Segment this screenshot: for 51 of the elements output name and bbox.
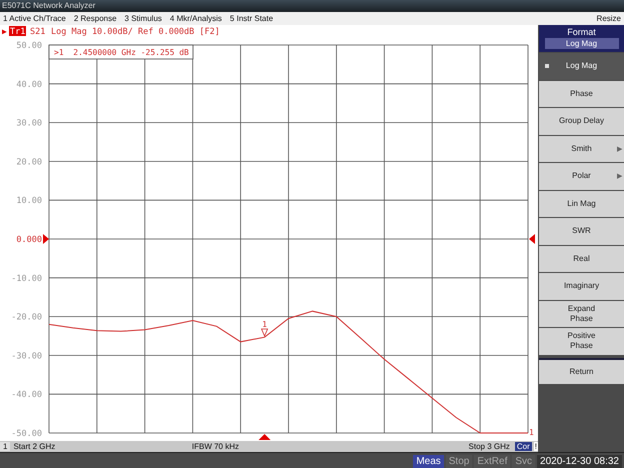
marker-readout: >1 2.4500000 GHz -25.255 dB: [54, 48, 189, 57]
softkey-button[interactable]: Imaginary: [539, 273, 624, 300]
status-indicator: ExtRef: [474, 454, 510, 468]
menu-item[interactable]: 1 Active Ch/Trace: [3, 14, 66, 23]
menu-item[interactable]: 2 Response: [74, 14, 117, 23]
menu-item[interactable]: 3 Stimulus: [124, 14, 162, 23]
trace-label[interactable]: Tr1: [10, 27, 26, 37]
softkey-button[interactable]: Log Mag: [539, 53, 624, 80]
reference-marker-icon: [529, 234, 535, 244]
menu-item[interactable]: 4 Mkr/Analysis: [170, 14, 222, 23]
start-frequency: Start 2 GHz: [13, 442, 56, 451]
softkey-button[interactable]: Real: [539, 246, 624, 272]
softkey-button[interactable]: Group Delay: [539, 108, 624, 134]
y-axis-label: 20.00: [16, 157, 42, 168]
y-axis-label: -50.00: [11, 429, 42, 439]
y-axis-label: -10.00: [11, 274, 42, 284]
channel-number: 1: [0, 442, 10, 451]
softkey-button[interactable]: Phase: [539, 80, 624, 107]
clock: 2020-12-30 08:32: [537, 454, 622, 468]
trace-name: S21: [30, 27, 46, 37]
current-format: Log Mag: [544, 38, 618, 49]
trace-header: Log Mag 10.00dB/ Ref 0.000dB [F2]: [51, 27, 220, 37]
menu-title: Format: [567, 27, 596, 37]
status-indicator: Svc: [512, 454, 536, 468]
y-axis-label: 30.00: [16, 118, 42, 129]
reference-marker-icon: [43, 234, 49, 244]
y-axis-label: 40.00: [16, 80, 42, 90]
marker-label: 1: [529, 428, 534, 437]
marker-icon: [260, 328, 268, 337]
ifbw-label: IFBW 70 kHz: [192, 442, 240, 451]
window-title: E5071C Network Analyzer: [0, 0, 624, 12]
status-indicator: Stop: [446, 454, 472, 468]
resize-menu-item[interactable]: Resize: [596, 14, 621, 23]
y-axis-label: -40.00: [11, 390, 42, 400]
softkey-button[interactable]: Expand Phase: [539, 300, 624, 327]
stop-frequency: Stop 3 GHz: [468, 442, 510, 451]
marker-label: 1: [262, 320, 267, 329]
correction-badge: Cor: [514, 442, 532, 451]
return-button[interactable]: Return: [539, 358, 624, 384]
y-axis-label: 10.00: [16, 196, 42, 206]
softkey-button[interactable]: SWR: [539, 218, 624, 244]
y-axis-label: 50.00: [16, 41, 42, 51]
y-axis-label: -30.00: [11, 351, 42, 362]
warning-flag: !: [534, 442, 538, 451]
softkey-button[interactable]: Lin Mag: [539, 190, 624, 217]
y-axis-label: -20.00: [11, 312, 42, 323]
softkey-button[interactable]: Positive Phase: [539, 328, 624, 354]
trace-arrow-icon: ▶: [2, 27, 7, 36]
y-axis-label: 0.000: [16, 235, 42, 245]
status-indicator: Meas: [413, 454, 444, 468]
menu-item[interactable]: 5 Instr State: [230, 14, 274, 23]
